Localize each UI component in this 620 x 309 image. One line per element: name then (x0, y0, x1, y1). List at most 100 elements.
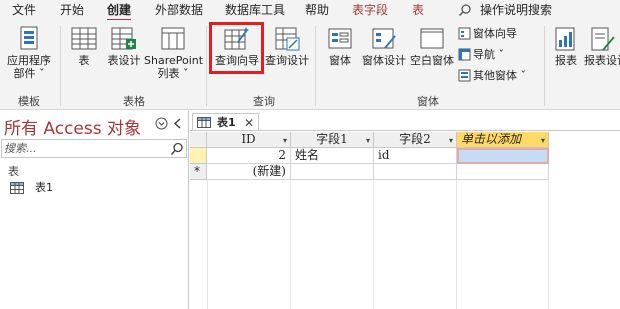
form-button[interactable]: 窗体 (322, 26, 358, 67)
tab-divider (190, 130, 620, 131)
group-separator (315, 26, 316, 106)
grid-line (373, 180, 374, 309)
table-cell-new[interactable] (457, 164, 549, 180)
tab-table1[interactable]: 表1 ✕ (192, 113, 259, 131)
report-design-label: 报表设计 (584, 54, 620, 67)
navigation-icon (458, 48, 471, 61)
table-icon (71, 27, 97, 50)
column-header-label: 单击以添加 (461, 132, 522, 146)
table-design-button[interactable]: 表设计 (104, 26, 144, 67)
search-icon[interactable] (170, 142, 184, 156)
table-cell[interactable] (457, 148, 549, 164)
report-design-icon (591, 27, 615, 51)
new-row-selector[interactable]: * (190, 164, 207, 180)
menu-table[interactable]: 表 (412, 2, 424, 18)
more-forms-label: 其他窗体 ˇ (473, 69, 526, 82)
application-parts-button[interactable]: 应用程序 部件 ˇ (4, 26, 54, 80)
table-button[interactable]: 表 (66, 26, 102, 67)
tell-me-search[interactable]: 操作说明搜索 (480, 2, 552, 18)
dropdown-arrow-icon[interactable]: ▾ (541, 133, 545, 148)
report-button[interactable]: 报表 (551, 26, 581, 67)
table-cell-new[interactable] (374, 164, 457, 180)
column-header-click-to-add[interactable]: 单击以添加 ▾ (457, 132, 549, 148)
form-design-label: 窗体设计 (362, 54, 406, 67)
new-record-marker: * (194, 164, 200, 178)
document-area: 表1 ✕ ID ▾ 字段1 ▾ 字段2 ▾ 单击以添加 ▾ 2 姓名 id * … (190, 111, 620, 309)
application-parts-label-2: 部件 ˇ (13, 67, 45, 80)
table-cell-new[interactable]: (新建) (207, 164, 291, 180)
table-cell[interactable]: 姓名 (291, 148, 374, 164)
nav-section-tables[interactable]: 表 (8, 163, 19, 179)
more-forms-button[interactable]: 其他窗体 ˇ (458, 69, 526, 83)
nav-pane-title[interactable]: 所有 Access 对象 (4, 114, 141, 139)
form-design-icon (372, 28, 396, 49)
query-design-label: 查询设计 (265, 54, 309, 67)
query-design-icon (275, 27, 300, 51)
application-parts-label-1: 应用程序 (7, 54, 51, 67)
menu-create[interactable]: 创建 (107, 2, 132, 21)
form-wizard-icon (458, 27, 471, 40)
ribbon: 应用程序 部件 ˇ 模板 表 表设计 SharePoint 列表 ˇ 表格 查询… (0, 20, 620, 110)
group-label-templates: 模板 (18, 95, 40, 108)
form-icon (328, 28, 352, 49)
nav-search-input[interactable] (4, 141, 166, 156)
column-header-id[interactable]: ID ▾ (207, 132, 291, 148)
form-wizard-button[interactable]: 窗体向导 (458, 27, 517, 41)
grid-line (207, 180, 208, 309)
menu-table-fields[interactable]: 表字段 (352, 2, 388, 18)
nav-item-table1[interactable]: 表1 (8, 179, 183, 197)
report-design-button[interactable]: 报表设计 (584, 26, 620, 67)
blank-form-icon (420, 28, 444, 49)
sharepoint-label-2: 列表 ˇ (157, 67, 189, 80)
blank-form-button[interactable]: 空白窗体 (409, 26, 455, 67)
sharepoint-list-icon (161, 27, 185, 50)
table-cell-new[interactable] (291, 164, 374, 180)
dropdown-arrow-icon[interactable]: ▾ (283, 133, 287, 148)
menu-database-tools[interactable]: 数据库工具 (225, 2, 285, 18)
navigation-label: 导航 ˇ (473, 48, 504, 61)
nav-item-label: 表1 (35, 181, 53, 194)
chevron-down-circle-icon[interactable] (155, 117, 168, 130)
column-header-label: 字段1 (316, 132, 348, 146)
query-design-button[interactable]: 查询设计 (265, 26, 309, 67)
grid-line (456, 180, 457, 309)
table-design-label: 表设计 (107, 54, 141, 67)
menu-help[interactable]: 帮助 (305, 2, 329, 18)
application-parts-icon (20, 26, 38, 50)
grid-line (548, 180, 549, 309)
close-icon[interactable]: ✕ (244, 115, 254, 131)
menu-file[interactable]: 文件 (12, 2, 36, 18)
table-label: 表 (78, 54, 90, 67)
column-header-label: 字段2 (399, 132, 431, 146)
navigation-pane: 所有 Access 对象 表 表1 (0, 111, 189, 309)
datasheet-grid: ID ▾ 字段1 ▾ 字段2 ▾ 单击以添加 ▾ 2 姓名 id * (新建) (190, 132, 620, 309)
row-selector[interactable] (190, 148, 207, 164)
blank-form-label: 空白窗体 (410, 54, 454, 67)
nav-search-box (1, 139, 187, 158)
table-icon (10, 182, 24, 194)
column-header-field2[interactable]: 字段2 ▾ (374, 132, 457, 148)
collapse-pane-icon[interactable] (172, 117, 184, 130)
group-label-forms: 窗体 (417, 95, 439, 108)
lightbulb-search-icon[interactable] (458, 3, 472, 17)
column-header-field1[interactable]: 字段1 ▾ (291, 132, 374, 148)
dropdown-arrow-icon[interactable]: ▾ (366, 133, 370, 148)
menu-bar: 文件 开始 创建 外部数据 数据库工具 帮助 表字段 表 操作说明搜索 (0, 0, 620, 21)
form-design-button[interactable]: 窗体设计 (361, 26, 407, 67)
group-separator (60, 26, 61, 106)
dropdown-arrow-icon[interactable]: ▾ (449, 133, 453, 148)
sharepoint-lists-button[interactable]: SharePoint 列表 ˇ (144, 26, 204, 80)
menu-home[interactable]: 开始 (60, 2, 84, 18)
table-cell[interactable]: id (374, 148, 457, 164)
column-header-label: ID (241, 132, 256, 146)
grid-line (290, 180, 291, 309)
group-label-queries: 查询 (253, 95, 275, 108)
group-separator (206, 26, 207, 106)
navigation-button[interactable]: 导航 ˇ (458, 48, 504, 62)
tab-label: 表1 (217, 116, 236, 129)
select-all-corner[interactable] (190, 132, 207, 148)
sharepoint-label-1: SharePoint (144, 54, 204, 67)
table-cell[interactable]: 2 (207, 148, 291, 164)
table-design-icon (111, 27, 136, 50)
menu-external-data[interactable]: 外部数据 (155, 2, 203, 18)
